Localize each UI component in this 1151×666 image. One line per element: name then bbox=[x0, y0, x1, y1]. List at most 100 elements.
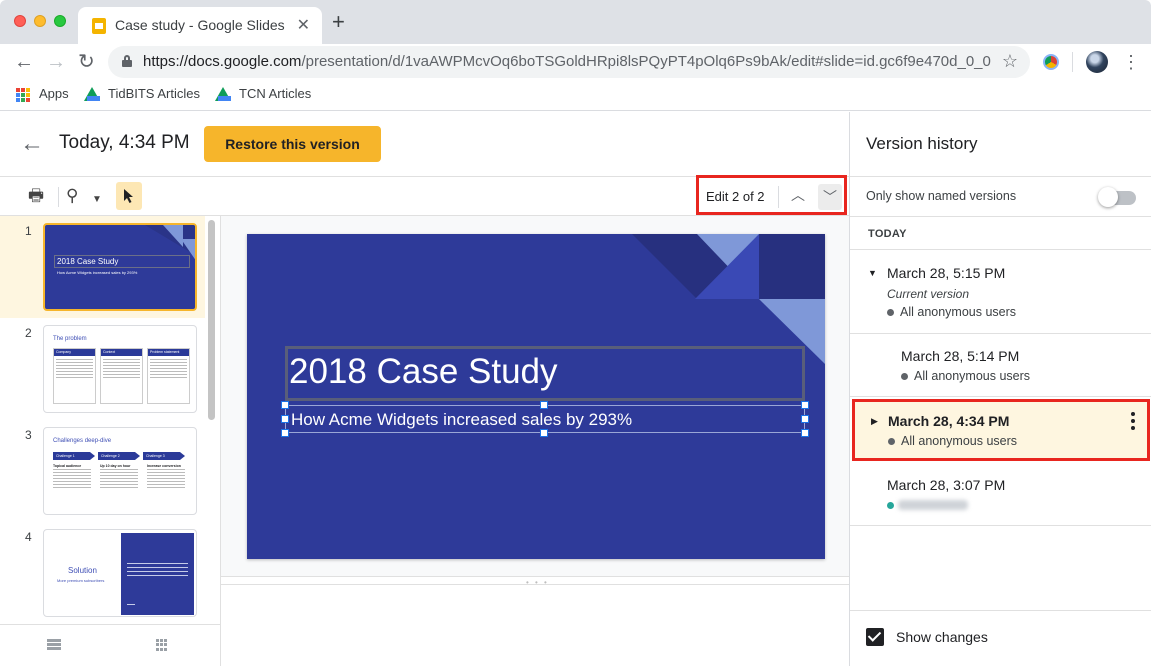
edit-navigator: Edit 2 of 2 ︿ ﹀ bbox=[696, 175, 847, 215]
grid-view-icon[interactable] bbox=[156, 639, 169, 651]
edit-counter: Edit 2 of 2 bbox=[706, 189, 765, 204]
resize-handle[interactable] bbox=[281, 429, 289, 437]
thumb-subhead: Up 10 day on hour bbox=[100, 464, 131, 468]
thumb-title: The problem bbox=[53, 336, 87, 342]
url-text[interactable]: https://docs.google.com/presentation/d/1… bbox=[143, 53, 991, 70]
select-tool-button[interactable] bbox=[116, 182, 142, 210]
resize-handle[interactable] bbox=[281, 401, 289, 409]
resize-handle[interactable] bbox=[801, 401, 809, 409]
bookmark-star-icon[interactable]: ☆ bbox=[1002, 51, 1018, 72]
slide-filmstrip: 1 2018 Case Study How Acme Widgets incre… bbox=[0, 216, 221, 666]
thumb-title: Solution bbox=[68, 566, 97, 575]
back-icon[interactable]: ← bbox=[14, 50, 34, 74]
print-icon[interactable]: 🖶 bbox=[28, 185, 44, 207]
extension-icon[interactable] bbox=[1043, 54, 1059, 70]
tab-title: Case study - Google Slides bbox=[115, 17, 285, 33]
address-bar[interactable]: https://docs.google.com/presentation/d/1… bbox=[108, 46, 1030, 78]
slide-title[interactable]: 2018 Case Study bbox=[289, 352, 558, 392]
version-history-panel: Version history Only show named versions… bbox=[849, 112, 1151, 666]
google-drive-icon bbox=[215, 87, 231, 101]
apps-grid-icon[interactable] bbox=[16, 88, 30, 102]
version-header: ← Today, 4:34 PM Restore this version bbox=[0, 112, 849, 176]
toggle-knob[interactable] bbox=[1098, 187, 1118, 207]
section-header: TODAY bbox=[850, 216, 1151, 250]
previous-edit-icon[interactable]: ︿ bbox=[791, 185, 805, 205]
slide-number: 2 bbox=[25, 326, 32, 340]
thumb-text-lines bbox=[53, 469, 91, 489]
caret-right-icon[interactable]: ▶ bbox=[871, 416, 878, 427]
section-label: TODAY bbox=[868, 228, 907, 240]
thumb-title: Challenges deep-dive bbox=[53, 438, 112, 444]
forward-icon[interactable]: → bbox=[46, 50, 66, 74]
thumb-chevron: Challenge 3 bbox=[143, 452, 185, 460]
more-options-icon[interactable] bbox=[1131, 412, 1135, 430]
version-user: All anonymous users bbox=[901, 434, 1018, 448]
thumb-title: 2018 Case Study bbox=[57, 257, 119, 266]
caret-down-icon[interactable]: ▼ bbox=[868, 268, 877, 278]
browser-tab[interactable]: Case study - Google Slides ✕ bbox=[78, 7, 322, 44]
new-tab-icon[interactable]: + bbox=[332, 11, 345, 33]
tab-close-icon[interactable]: ✕ bbox=[297, 15, 310, 35]
show-changes-label[interactable]: Show changes bbox=[896, 629, 988, 645]
window-minimize-button[interactable] bbox=[34, 15, 46, 27]
resize-handle[interactable] bbox=[801, 415, 809, 423]
toolbar-divider bbox=[1072, 52, 1073, 72]
browser-menu-icon[interactable]: ⋮ bbox=[1122, 50, 1140, 74]
back-arrow-icon[interactable]: ← bbox=[20, 130, 44, 158]
slide-canvas: 2018 Case Study How Acme Widgets increas… bbox=[221, 216, 849, 576]
redacted-username bbox=[898, 500, 968, 510]
user-color-dot bbox=[888, 438, 895, 445]
chevron-down-icon[interactable]: ▼ bbox=[92, 189, 102, 211]
google-slides-icon bbox=[92, 18, 106, 34]
current-slide[interactable]: 2018 Case Study How Acme Widgets increas… bbox=[247, 234, 825, 559]
named-versions-filter: Only show named versions bbox=[850, 176, 1151, 216]
slide-thumbnail-2[interactable]: The problem Company Context Problem stat… bbox=[43, 325, 197, 413]
cursor-icon bbox=[124, 189, 133, 203]
version-item[interactable]: March 28, 5:14 PM All anonymous users bbox=[850, 334, 1151, 397]
version-item[interactable]: March 28, 3:07 PM bbox=[850, 462, 1151, 526]
thumb-chevron: Challenge 2 bbox=[98, 452, 140, 460]
bookmark-tcn[interactable]: TCN Articles bbox=[239, 86, 311, 101]
thumb-column: Context bbox=[100, 348, 143, 404]
browser-tab-strip: Case study - Google Slides ✕ + bbox=[0, 0, 1151, 44]
user-color-dot bbox=[887, 502, 894, 509]
resize-handle[interactable] bbox=[281, 415, 289, 423]
next-edit-icon[interactable]: ﹀ bbox=[818, 184, 842, 210]
slide-thumbnail-4[interactable]: Solution More premium subscribers bbox=[43, 529, 197, 617]
filmstrip-scrollbar[interactable] bbox=[208, 220, 215, 420]
reload-icon[interactable]: ↻ bbox=[78, 50, 95, 74]
bookmark-apps[interactable]: Apps bbox=[39, 86, 69, 101]
filter-label: Only show named versions bbox=[866, 189, 1017, 203]
google-drive-icon bbox=[84, 87, 100, 101]
thumb-subtitle: How Acme Widgets increased sales by 293% bbox=[57, 270, 138, 275]
show-changes-checkbox[interactable] bbox=[866, 628, 884, 646]
resize-handle[interactable] bbox=[540, 429, 548, 437]
bookmark-tidbits[interactable]: TidBITS Articles bbox=[108, 86, 200, 101]
resize-handle[interactable] bbox=[540, 401, 548, 409]
version-date: March 28, 3:07 PM bbox=[887, 477, 1006, 493]
bookmarks-bar: Apps TidBITS Articles TCN Articles bbox=[0, 80, 1151, 111]
selected-version-item[interactable]: ▶ March 28, 4:34 PM All anonymous users bbox=[852, 399, 1150, 461]
thumb-chevron: Challenge 1 bbox=[53, 452, 95, 460]
list-view-icon[interactable] bbox=[47, 639, 61, 650]
slide-subtitle[interactable]: How Acme Widgets increased sales by 293% bbox=[291, 410, 632, 430]
slide-decoration-shapes bbox=[145, 225, 195, 260]
resize-handle[interactable] bbox=[801, 429, 809, 437]
version-item[interactable]: ▼ March 28, 5:15 PM Current version All … bbox=[850, 250, 1151, 334]
window-zoom-button[interactable] bbox=[54, 15, 66, 27]
editor-toolbar: 🖶 ⚲ ▼ Edit 2 of 2 ︿ ﹀ bbox=[0, 175, 849, 216]
slide-thumbnail-3[interactable]: Challenges deep-dive Challenge 1 Challen… bbox=[43, 427, 197, 515]
thumb-column: Problem statement bbox=[147, 348, 190, 404]
restore-version-button[interactable]: Restore this version bbox=[204, 126, 381, 162]
version-user: All anonymous users bbox=[914, 369, 1031, 383]
slide-thumbnail-1[interactable]: 2018 Case Study How Acme Widgets increas… bbox=[43, 223, 197, 311]
window-close-button[interactable] bbox=[14, 15, 26, 27]
zoom-icon[interactable]: ⚲ bbox=[66, 185, 78, 207]
lock-icon[interactable] bbox=[122, 55, 132, 67]
profile-avatar[interactable] bbox=[1086, 51, 1108, 73]
version-user: All anonymous users bbox=[900, 305, 1017, 319]
slide-number: 1 bbox=[25, 224, 32, 238]
version-history-footer: Show changes bbox=[850, 610, 1151, 666]
edit-nav-separator bbox=[778, 186, 779, 208]
slide-number: 4 bbox=[25, 530, 32, 544]
